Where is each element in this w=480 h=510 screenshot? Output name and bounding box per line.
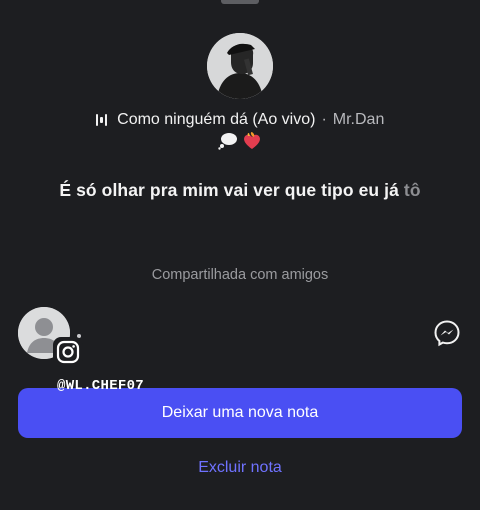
heart-on-fire-icon — [244, 132, 260, 149]
note-author-avatar — [207, 33, 273, 99]
song-title: Como ninguém dá (Ao vivo) — [117, 111, 316, 128]
user-handle: @WL.CHEF07 — [57, 378, 145, 394]
leave-new-note-button[interactable]: Deixar uma nova nota — [18, 388, 462, 438]
lyric-text: É só olhar pra mim vai ver que tipo eu j… — [59, 180, 404, 200]
instagram-icon — [53, 337, 83, 367]
song-artist: Mr.Dan — [332, 111, 385, 128]
note-lyric: É só olhar pra mim vai ver que tipo eu j… — [0, 180, 480, 201]
song-separator: · — [321, 111, 327, 128]
equalizer-icon — [95, 113, 108, 127]
delete-note-button[interactable]: Excluir nota — [0, 459, 480, 477]
song-info-row[interactable]: Como ninguém dá (Ao vivo) · Mr.Dan — [0, 110, 480, 130]
sheet-drag-handle[interactable] — [221, 0, 259, 4]
thought-balloon-icon — [218, 133, 237, 150]
lyric-fading-text: tô — [403, 180, 421, 200]
note-emojis — [0, 131, 480, 151]
audience-label: Compartilhada com amigos — [151, 267, 329, 283]
messenger-icon[interactable] — [433, 319, 461, 347]
